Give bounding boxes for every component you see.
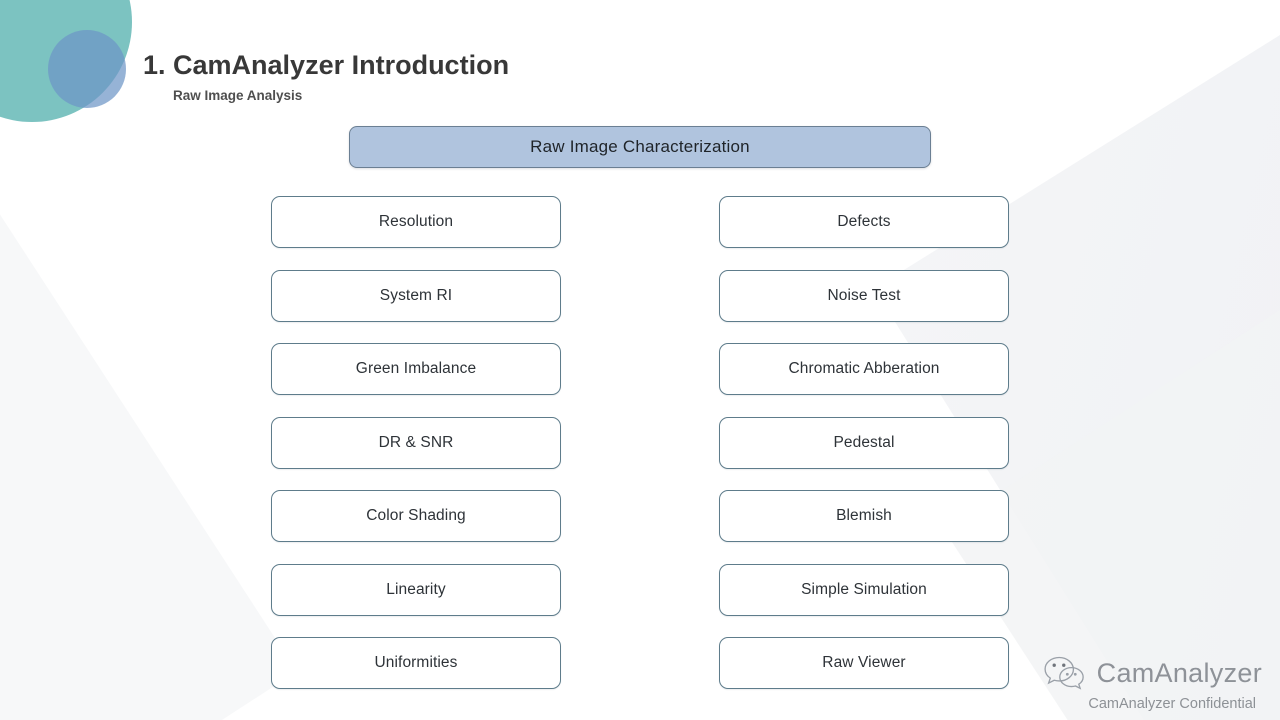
root-node-raw-image-characterization[interactable]: Raw Image Characterization [349, 126, 931, 168]
wechat-icon [1044, 656, 1084, 690]
node-raw-viewer[interactable]: Raw Viewer [719, 637, 1009, 689]
node-simple-simulation[interactable]: Simple Simulation [719, 563, 1009, 616]
node-label: System RI [379, 286, 453, 304]
blue-circle-decor [48, 30, 126, 108]
page-subtitle: Raw Image Analysis [173, 88, 303, 103]
node-label: Green Imbalance [355, 360, 477, 377]
node-label: Pedestal [833, 433, 895, 451]
node-label: Color Shading [366, 507, 466, 524]
node-label: Simple Simulation [801, 580, 927, 598]
left-column: Resolution System RI Green Imbalance DR … [271, 196, 561, 711]
node-system-ri[interactable]: System RI [271, 269, 561, 322]
node-noise-test[interactable]: Noise Test [719, 269, 1009, 322]
watermark-brand-text: CamAnalyzer [1096, 658, 1262, 688]
node-dr-and-snr[interactable]: DR & SNR [271, 416, 561, 469]
node-color-shading[interactable]: Color Shading [271, 490, 561, 542]
node-resolution[interactable]: Resolution [271, 196, 561, 248]
node-label: Resolution [378, 213, 454, 230]
right-column: Defects Noise Test Chromatic Abberation … [719, 196, 1009, 711]
node-green-imbalance[interactable]: Green Imbalance [271, 343, 561, 395]
diagram-columns: Resolution System RI Green Imbalance DR … [0, 196, 1280, 696]
node-label: Raw Viewer [822, 654, 906, 671]
watermark: CamAnalyzer CamAnalyzer Confidential [1042, 653, 1262, 712]
node-label: Chromatic Abberation [788, 360, 940, 377]
watermark-brand-line: CamAnalyzer [1042, 653, 1262, 693]
node-uniformities[interactable]: Uniformities [271, 637, 561, 689]
node-label: Noise Test [827, 286, 901, 304]
node-defects[interactable]: Defects [719, 196, 1009, 248]
page-title: 1. CamAnalyzer Introduction [143, 50, 510, 80]
node-chromatic-abberation[interactable]: Chromatic Abberation [719, 343, 1009, 395]
node-label: Linearity [386, 580, 446, 598]
node-label: Uniformities [374, 654, 458, 671]
confidential-notice: CamAnalyzer Confidential [1088, 696, 1256, 712]
node-linearity[interactable]: Linearity [271, 563, 561, 616]
node-label: DR & SNR [378, 433, 454, 451]
node-label: Defects [837, 213, 891, 230]
node-pedestal[interactable]: Pedestal [719, 416, 1009, 469]
node-label: Blemish [836, 507, 892, 524]
slide-header: 1. CamAnalyzer Introduction Raw Image An… [143, 48, 763, 104]
slide-canvas: 1. CamAnalyzer Introduction Raw Image An… [0, 0, 1280, 720]
node-blemish[interactable]: Blemish [719, 490, 1009, 542]
root-node-label: Raw Image Characterization [530, 137, 750, 156]
